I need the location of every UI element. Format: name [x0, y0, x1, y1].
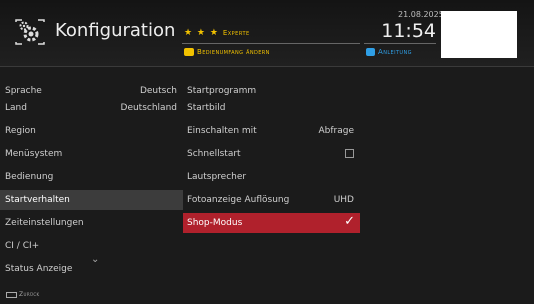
menu-item-bedienung[interactable]: Bedienung	[0, 167, 183, 187]
yellow-key-icon	[184, 48, 194, 56]
menu-item-zeiteinstellungen[interactable]: Zeiteinstellungen	[0, 213, 183, 233]
submenu-item-label: Lautsprecher	[187, 172, 247, 182]
submenu-item-startbild[interactable]: Startbild	[183, 98, 360, 118]
star-icon: ★ ★ ★	[184, 28, 219, 38]
back-label: Zurück	[19, 291, 40, 298]
menu-item-ci[interactable]: CI / CI+	[0, 236, 183, 256]
menu-item-menuesystem[interactable]: Menüsystem	[0, 144, 183, 164]
blue-key-icon	[366, 48, 375, 56]
back-button[interactable]: Zurück	[6, 291, 40, 298]
submenu-item-fotoanzeige-aufloesung[interactable]: Fotoanzeige Auflösung UHD	[183, 190, 360, 210]
submenu-item-lautsprecher[interactable]: Lautsprecher	[183, 167, 360, 187]
back-key-icon	[6, 291, 17, 298]
manual-button[interactable]: Anleitung	[366, 48, 412, 56]
menu-item-label: Menüsystem	[5, 149, 63, 159]
menu-item-label: CI / CI+	[5, 241, 40, 251]
submenu-item-label: Fotoanzeige Auflösung	[187, 195, 290, 205]
submenu-item-label: Shop-Modus	[187, 218, 243, 228]
menu-item-region[interactable]: Region	[0, 121, 183, 141]
date: 21.08.2025	[398, 10, 444, 19]
user-level: ★ ★ ★ Experte	[184, 28, 250, 38]
menu-item-label: Status Anzeige	[5, 264, 73, 274]
menu-item-land[interactable]: Land Deutschland	[0, 98, 183, 118]
clock: 11:54	[381, 20, 436, 42]
chevron-down-icon[interactable]: ⌄	[91, 254, 99, 265]
menu-item-label: Startverhalten	[5, 195, 70, 205]
menu-item-value: Deutschland	[120, 103, 177, 113]
submenu-item-label: Einschalten mit	[187, 126, 257, 136]
change-operating-scope-button[interactable]: Bedienumfang ändern	[184, 48, 270, 56]
submenu-item-label: Schnellstart	[187, 149, 241, 159]
menu-item-label: Land	[5, 103, 27, 113]
menu-item-startverhalten[interactable]: Startverhalten	[0, 190, 183, 210]
yellow-key-label: Bedienumfang ändern	[197, 48, 270, 56]
menu-item-label: Bedienung	[5, 172, 54, 182]
submenu-item-schnellstart[interactable]: Schnellstart	[183, 144, 360, 164]
header-divider	[0, 66, 534, 67]
blue-key-label: Anleitung	[378, 48, 412, 56]
checkmark-icon[interactable]: ✓	[344, 214, 355, 230]
divider	[182, 43, 360, 44]
checkbox-unchecked[interactable]	[345, 149, 354, 158]
page-title: Konfiguration	[55, 20, 176, 41]
divider	[364, 43, 436, 44]
submenu-item-value: Abfrage	[318, 126, 354, 136]
submenu-item-label: Startbild	[187, 103, 226, 113]
tv-preview	[441, 11, 517, 58]
gear-icon	[15, 19, 45, 45]
user-level-label: Experte	[222, 29, 250, 37]
submenu-item-einschalten-mit[interactable]: Einschalten mit Abfrage	[183, 121, 360, 141]
menu-item-label: Region	[5, 126, 36, 136]
header: Konfiguration ★ ★ ★ Experte Bedienumfang…	[0, 0, 534, 66]
menu-item-label: Zeiteinstellungen	[5, 218, 84, 228]
submenu-item-shop-modus[interactable]: Shop-Modus ✓	[183, 213, 360, 233]
submenu-item-value: UHD	[333, 195, 354, 205]
